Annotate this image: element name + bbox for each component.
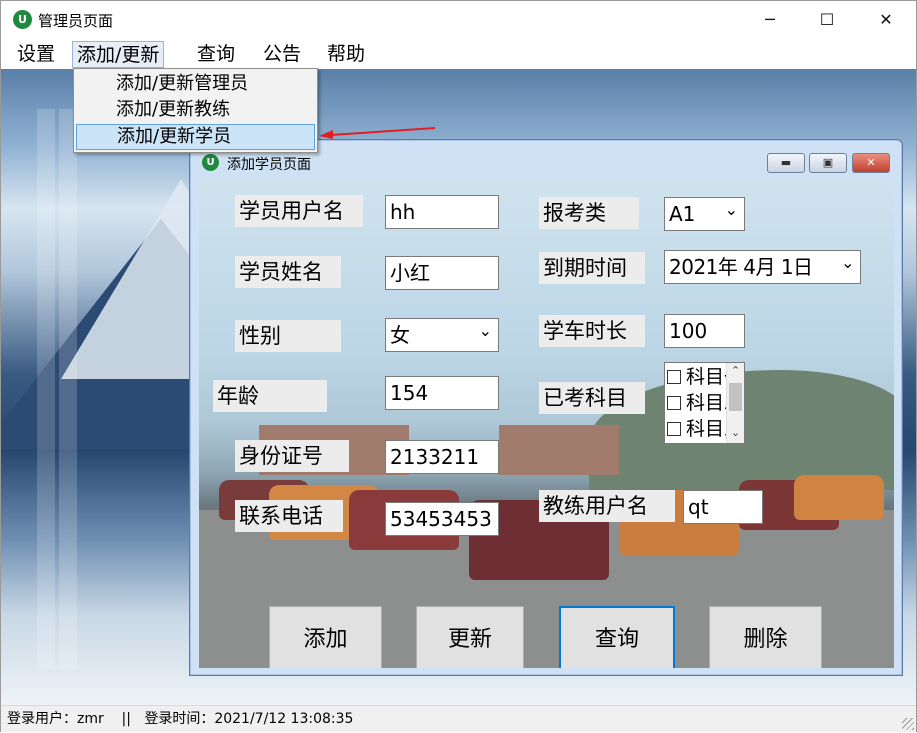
main-window: U 管理员页面 ─ ☐ ✕ 设置 添加/更新 查询 公告 帮助 添加/更新管理员… (0, 0, 917, 732)
minimize-button[interactable]: ─ (747, 1, 793, 39)
expiry-date-picker[interactable]: 2021年 4月 1日 (664, 250, 861, 284)
menu-item-add-student[interactable]: 添加/更新学员 (76, 124, 315, 150)
scroll-down-icon[interactable]: ⌄ (727, 425, 744, 441)
license-class-select[interactable]: A1 (664, 197, 745, 231)
scroll-up-icon[interactable]: ⌃ (727, 363, 744, 379)
menu-query[interactable]: 查询 (193, 41, 239, 68)
window-title: 管理员页面 (38, 12, 114, 30)
username-input[interactable]: hh (385, 195, 499, 229)
background-strip (37, 109, 55, 669)
background-building (499, 425, 619, 475)
menu-item-add-coach[interactable]: 添加/更新教练 (76, 97, 315, 123)
child-restore-button[interactable]: ▣ (809, 153, 847, 173)
menu-item-add-admin[interactable]: 添加/更新管理员 (76, 71, 315, 97)
menu-add-update[interactable]: 添加/更新 (72, 41, 165, 68)
child-minimize-button[interactable]: ▬ (767, 153, 805, 173)
name-label: 学员姓名 (235, 256, 341, 288)
study-hours-label: 学车时长 (539, 315, 645, 347)
scroll-thumb[interactable] (729, 383, 742, 411)
id-number-input[interactable]: 2133211 (385, 440, 499, 474)
checkbox-icon[interactable] (667, 370, 681, 384)
title-bar: U 管理员页面 ─ ☐ ✕ (1, 1, 916, 39)
id-number-label: 身份证号 (235, 440, 349, 472)
maximize-button[interactable]: ☐ (804, 1, 850, 39)
menu-bar: 设置 添加/更新 查询 公告 帮助 (1, 39, 916, 69)
passed-subjects-list[interactable]: 科目一 科目二 科目三 ⌃ ⌄ (664, 362, 745, 444)
child-window-title: 添加学员页面 (227, 157, 311, 173)
username-label: 学员用户名 (235, 195, 363, 227)
coach-username-label: 教练用户名 (539, 490, 675, 522)
license-class-label: 报考类 (539, 197, 639, 229)
checkbox-icon[interactable] (667, 422, 681, 436)
status-bar: 登录用户：zmr || 登录时间：2021/7/12 13:08:35 (1, 705, 916, 732)
form-area: 学员用户名 hh 学员姓名 小红 性别 女 年龄 154 身份证号 213321… (199, 180, 894, 668)
add-student-window: U 添加学员页面 ▬ ▣ ✕ 学员用户名 hh 学员姓名 小红 性别 女 年龄 (189, 139, 903, 676)
status-text: 登录用户：zmr || 登录时间：2021/7/12 13:08:35 (7, 711, 354, 727)
name-input[interactable]: 小红 (385, 256, 499, 290)
child-close-button[interactable]: ✕ (852, 153, 890, 173)
menu-settings[interactable]: 设置 (13, 41, 59, 68)
study-hours-input[interactable]: 100 (664, 314, 745, 348)
passed-subjects-label: 已考科目 (539, 382, 645, 414)
background-car (794, 475, 884, 520)
app-logo-icon: U (13, 10, 32, 29)
background-strip (59, 109, 77, 669)
expiry-date-label: 到期时间 (539, 252, 645, 284)
phone-input[interactable]: 53453453 (385, 502, 499, 536)
add-button[interactable]: 添加 (269, 606, 382, 668)
gender-select[interactable]: 女 (385, 318, 499, 352)
coach-username-input[interactable]: qt (683, 490, 763, 524)
query-button[interactable]: 查询 (559, 606, 675, 668)
menu-help[interactable]: 帮助 (323, 41, 369, 68)
resize-grip-icon[interactable] (902, 718, 914, 730)
update-button[interactable]: 更新 (416, 606, 524, 668)
delete-button[interactable]: 删除 (709, 606, 822, 668)
age-label: 年龄 (213, 380, 327, 412)
close-button[interactable]: ✕ (863, 1, 909, 39)
age-input[interactable]: 154 (385, 376, 499, 410)
add-update-dropdown: 添加/更新管理员 添加/更新教练 添加/更新学员 (73, 68, 318, 153)
red-arrow-annotation (319, 127, 436, 139)
gender-label: 性别 (235, 320, 341, 352)
app-logo-icon: U (202, 154, 219, 171)
phone-label: 联系电话 (235, 500, 343, 532)
menu-notice[interactable]: 公告 (259, 41, 305, 68)
list-scrollbar[interactable]: ⌃ ⌄ (726, 363, 744, 443)
checkbox-icon[interactable] (667, 396, 681, 410)
